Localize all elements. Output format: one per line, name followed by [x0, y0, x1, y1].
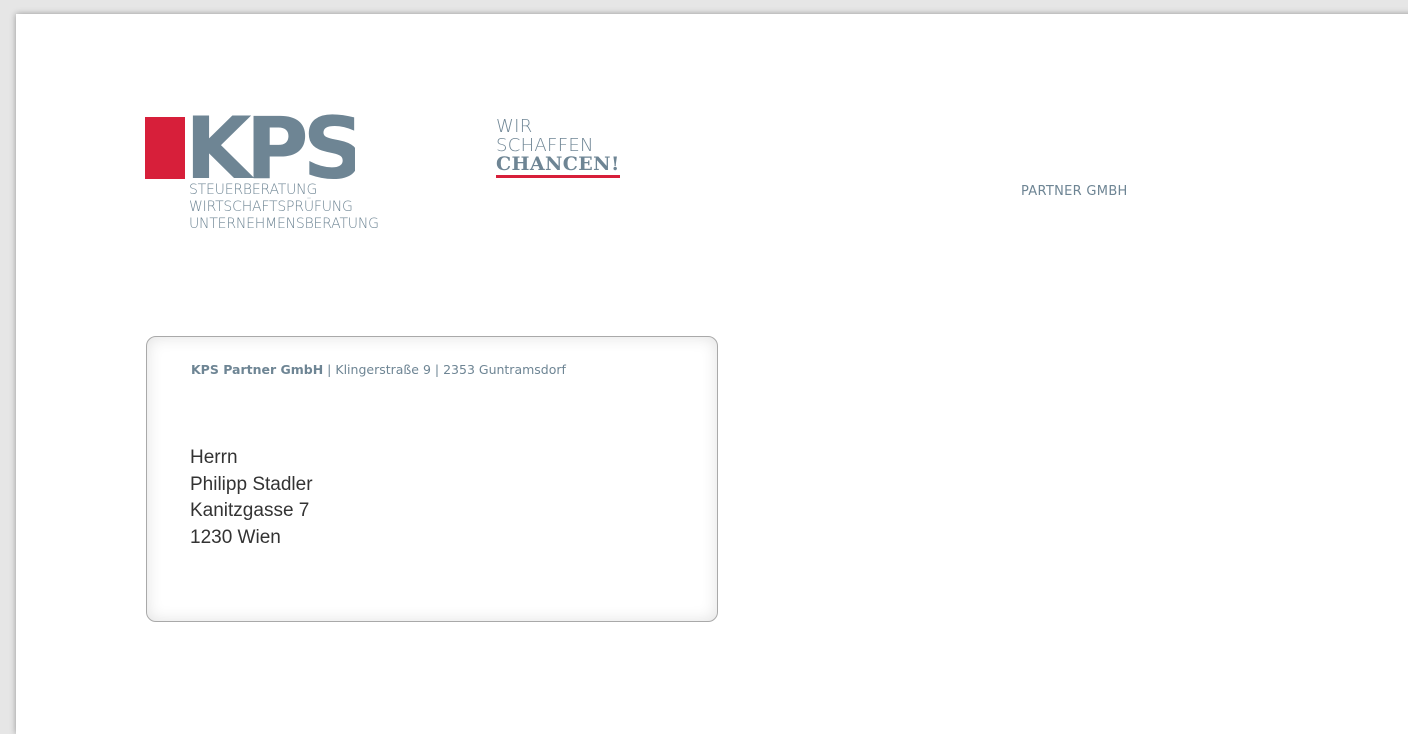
recipient-salutation: Herrn: [190, 447, 238, 468]
recipient-address: Herrn Philipp Stadler Kanitzgasse 7 1230…: [190, 445, 313, 551]
kps-logo: KPS STEUERBERATUNG WIRTSCHAFTSPRÜFUNG UN…: [145, 114, 405, 244]
slogan-line-1: WIR: [496, 116, 533, 137]
slogan-line-3: CHANCEN!: [496, 155, 620, 178]
sender-separator: |: [323, 362, 336, 377]
sender-street: Klingerstraße 9: [335, 362, 431, 377]
logo-tagline: STEUERBERATUNG WIRTSCHAFTSPRÜFUNG UNTERN…: [189, 182, 379, 233]
recipient-name: Philipp Stadler: [190, 473, 313, 495]
partner-label: PARTNER GMBH: [1021, 184, 1128, 199]
recipient-street: Kanitzgasse 7: [190, 500, 310, 521]
logo-letters: KPS: [185, 114, 355, 184]
logo-line-unternehmensberatung: UNTERNEHMENSBERATUNG: [189, 216, 379, 232]
recipient-city: 1230 Wien: [190, 526, 281, 548]
slogan: WIR SCHAFFEN CHANCEN!: [496, 117, 620, 178]
sender-separator: |: [430, 362, 444, 377]
address-window: KPS Partner GmbH | Klingerstraße 9 | 235…: [146, 336, 718, 622]
sender-line: KPS Partner GmbH | Klingerstraße 9 | 235…: [191, 362, 566, 377]
logo-line-wirtschaftspruefung: WIRTSCHAFTSPRÜFUNG: [189, 199, 353, 215]
logo-line-steuerberatung: STEUERBERATUNG: [189, 182, 318, 198]
logo-kps-text: KPS: [185, 114, 355, 184]
envelope: KPS STEUERBERATUNG WIRTSCHAFTSPRÜFUNG UN…: [16, 14, 1408, 734]
sender-city: 2353 Guntramsdorf: [443, 362, 566, 377]
sender-company: KPS Partner GmbH: [191, 362, 324, 377]
logo-red-block: [145, 117, 185, 179]
